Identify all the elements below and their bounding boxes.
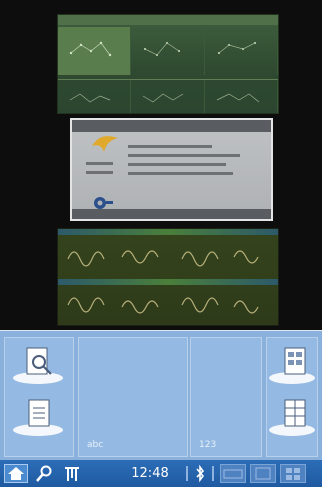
bluetooth-button[interactable] bbox=[192, 464, 208, 483]
thumbnail-header-strip bbox=[58, 229, 278, 235]
window-icon bbox=[255, 467, 271, 480]
constellation-icon bbox=[216, 93, 259, 103]
thumbnail-header-strip bbox=[58, 279, 278, 285]
document-search-icon bbox=[26, 347, 52, 375]
panel-side-lines bbox=[86, 160, 120, 180]
notepad-icon bbox=[28, 399, 50, 427]
thumbnail-cell bbox=[131, 27, 205, 75]
thumbnail-cell bbox=[205, 27, 278, 75]
launcher-column-right bbox=[266, 337, 318, 457]
home-button[interactable] bbox=[4, 464, 28, 483]
grid-icon bbox=[286, 468, 300, 480]
launcher-column-abc[interactable]: abc bbox=[78, 337, 188, 457]
search-button[interactable] bbox=[34, 464, 54, 483]
taskbar-divider bbox=[212, 466, 214, 481]
panel-titlebar bbox=[72, 120, 271, 132]
app-launch-button[interactable] bbox=[13, 398, 65, 438]
spreadsheet-icon bbox=[284, 399, 306, 427]
thumbnail-cell bbox=[131, 80, 205, 113]
constellation-icon bbox=[144, 41, 181, 57]
column-label: 123 bbox=[199, 440, 217, 450]
thumbnail-row bbox=[58, 79, 278, 113]
thumbnail-info-panel[interactable] bbox=[70, 118, 273, 221]
taskbar: 12:48 bbox=[0, 460, 322, 487]
home-icon bbox=[8, 467, 24, 480]
thumbnail-app-grid[interactable] bbox=[57, 14, 279, 114]
network-icon bbox=[65, 467, 79, 481]
app-launch-button[interactable] bbox=[13, 346, 65, 386]
app-launch-button[interactable] bbox=[269, 346, 317, 386]
column-label: abc bbox=[87, 440, 104, 450]
panel-text-lines bbox=[128, 142, 268, 181]
table-document-icon bbox=[284, 347, 306, 375]
window-button[interactable] bbox=[250, 464, 276, 483]
thumbnail-titlebar bbox=[58, 15, 278, 25]
launcher-column-left bbox=[4, 337, 74, 457]
thumbnail-script-view[interactable] bbox=[57, 228, 279, 326]
clock[interactable]: 12:48 bbox=[120, 464, 180, 483]
script-glyphs-row bbox=[67, 297, 259, 314]
thumbnail-row bbox=[58, 27, 278, 75]
keyboard-button[interactable] bbox=[220, 464, 246, 483]
thumbnail-cell bbox=[58, 80, 132, 113]
constellation-icon bbox=[217, 41, 256, 55]
keyboard-icon bbox=[223, 469, 243, 479]
constellation-icon bbox=[143, 93, 184, 103]
taskbar-divider bbox=[186, 466, 188, 481]
launcher-panel: abc 123 bbox=[0, 330, 322, 461]
thumbnail-cell bbox=[58, 27, 132, 75]
gear-icon bbox=[94, 197, 113, 209]
constellation-icon bbox=[69, 93, 111, 103]
bird-logo-icon bbox=[92, 136, 118, 152]
app-launch-button[interactable] bbox=[269, 398, 317, 438]
launcher-column-123[interactable]: 123 bbox=[190, 337, 262, 457]
network-button[interactable] bbox=[62, 464, 82, 483]
grid-button[interactable] bbox=[280, 464, 306, 483]
bluetooth-icon bbox=[196, 464, 205, 483]
panel-statusbar bbox=[72, 209, 271, 219]
constellation-icon bbox=[69, 41, 112, 57]
script-glyphs-row bbox=[67, 250, 259, 267]
thumbnail-cell bbox=[205, 80, 278, 113]
search-icon bbox=[36, 465, 52, 482]
